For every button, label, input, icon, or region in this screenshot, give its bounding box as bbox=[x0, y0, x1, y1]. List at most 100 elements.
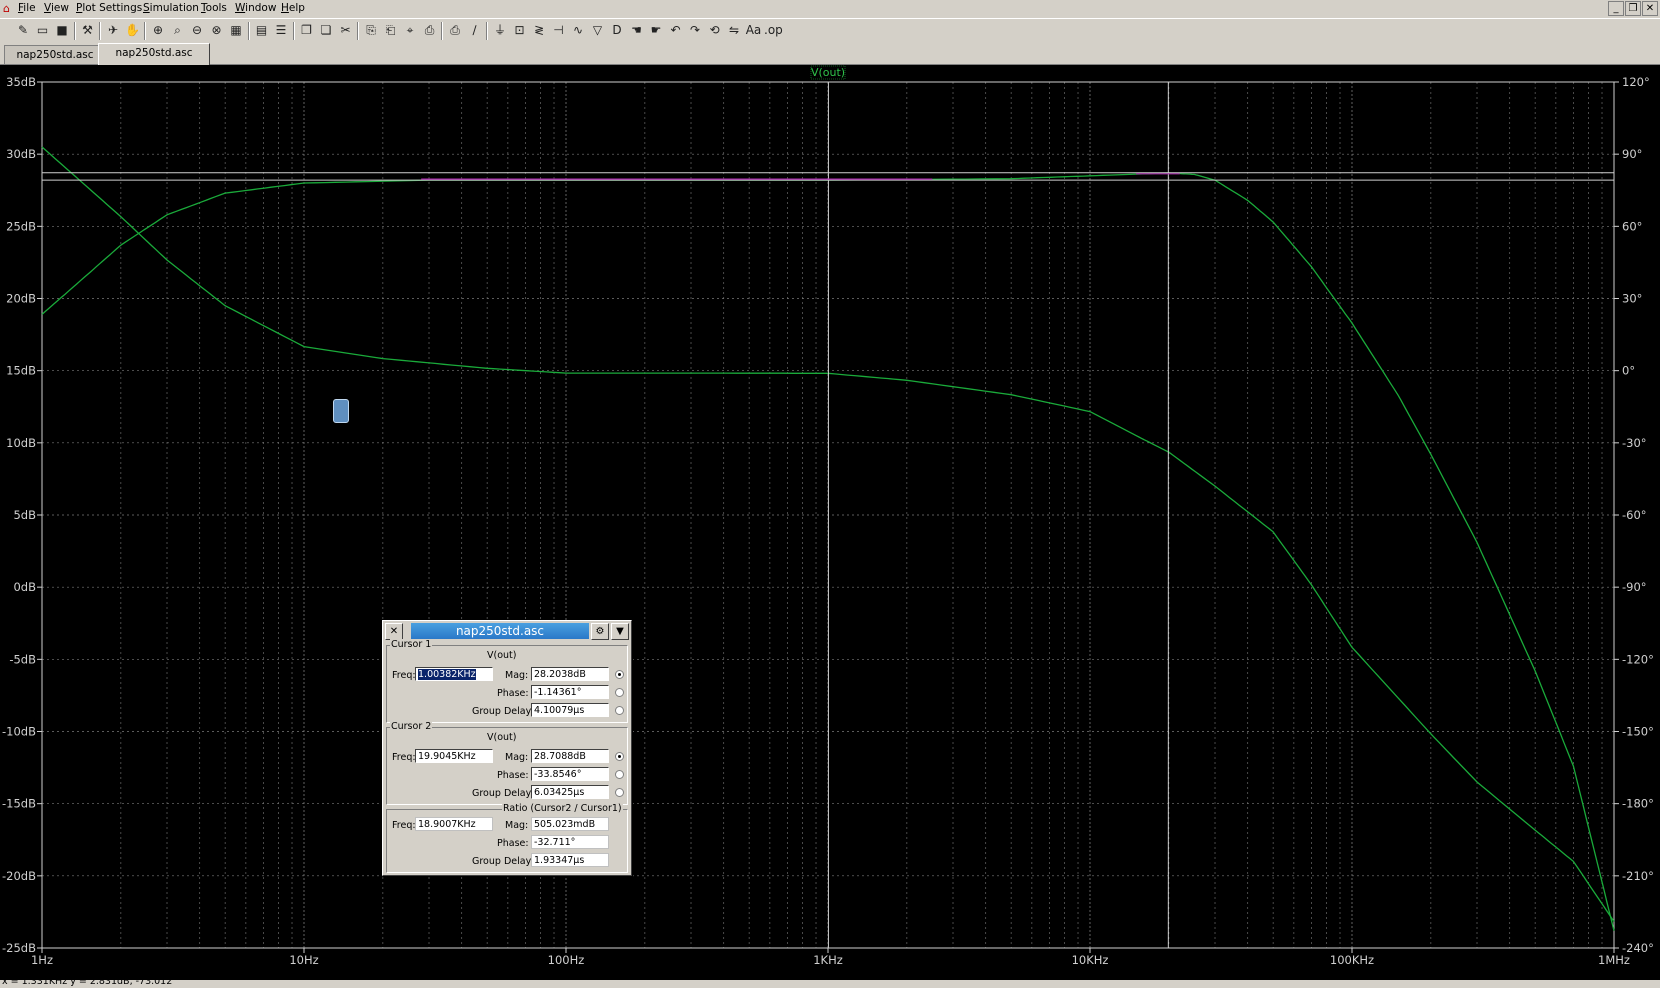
cursor2-phase-radio[interactable] bbox=[615, 770, 624, 779]
ratio-group: Ratio (Cursor2 / Cursor1) Freq: 18.9007K… bbox=[386, 803, 628, 873]
paste-icon[interactable]: ⎗ bbox=[382, 22, 400, 39]
menu-help[interactable]: Help bbox=[281, 2, 305, 14]
text-icon[interactable]: Aa bbox=[745, 22, 763, 39]
run-icon[interactable]: ✈ bbox=[104, 22, 122, 39]
autorange-icon[interactable]: ▦ bbox=[227, 22, 245, 39]
tab-nap250std-2[interactable]: nap250std.asc bbox=[98, 43, 210, 65]
cursor1-mag-field[interactable]: 28.2038dB bbox=[531, 667, 609, 681]
menu-window[interactable]: Window bbox=[235, 2, 276, 14]
cursor1-mag-radio[interactable] bbox=[615, 670, 624, 679]
tile-vertical-icon[interactable]: ❏ bbox=[317, 22, 335, 39]
save-icon[interactable]: ■ bbox=[53, 22, 71, 39]
cursor2-label: Cursor 2 bbox=[390, 721, 433, 732]
probe-cursor-icon bbox=[333, 399, 349, 423]
minimize-icon[interactable]: _ bbox=[1608, 1, 1624, 16]
rotate-icon[interactable]: ⟲ bbox=[706, 22, 724, 39]
y-axis-label-right: 0° bbox=[1622, 364, 1635, 378]
y-axis-label-right: -30° bbox=[1622, 436, 1647, 450]
cut-icon[interactable]: ✂ bbox=[337, 22, 355, 39]
grid-icon[interactable]: ▤ bbox=[253, 22, 271, 39]
cursor1-gd-radio[interactable] bbox=[615, 706, 624, 715]
ratio-gd-field: 1.93347µs bbox=[531, 853, 609, 867]
spice-directive-icon[interactable]: .op bbox=[764, 22, 783, 39]
label-icon[interactable]: ⊡ bbox=[511, 22, 529, 39]
waveform-plot[interactable]: 35dB 120° 30dB 90° 25dB 60° 20dB 30° 15dB 0° 10dB -… bbox=[0, 65, 1660, 980]
drag-icon[interactable]: ☛ bbox=[647, 22, 665, 39]
cursor2-gd-field[interactable]: 6.03425µs bbox=[531, 785, 609, 799]
zoom-pan-icon[interactable]: ⌕ bbox=[169, 22, 187, 39]
zoom-out-icon[interactable]: ⊖ bbox=[188, 22, 206, 39]
menu-file[interactable]: File bbox=[18, 2, 36, 14]
y-axis-label-right: -150° bbox=[1622, 725, 1654, 739]
resistor-icon[interactable]: ≷ bbox=[530, 22, 548, 39]
wire-icon[interactable]: ∕ bbox=[466, 22, 484, 39]
menu-view[interactable]: View bbox=[44, 2, 69, 14]
menu-tools[interactable]: Tools bbox=[201, 2, 227, 14]
cursor1-phase-field[interactable]: -1.14361° bbox=[531, 685, 609, 699]
toolbar-separator bbox=[357, 22, 359, 40]
menu-simulation[interactable]: Simulation bbox=[143, 2, 199, 14]
trace-label: V(out) bbox=[811, 66, 845, 79]
dialog-title[interactable]: nap250std.asc bbox=[411, 623, 589, 639]
control-panel-icon[interactable]: ⚒ bbox=[79, 22, 97, 39]
print-icon[interactable]: ⎙ bbox=[446, 22, 464, 39]
y-axis-label-right: -180° bbox=[1622, 797, 1654, 811]
print-preview-icon[interactable]: ⎙ bbox=[421, 22, 439, 39]
cursor2-mag-radio[interactable] bbox=[615, 752, 624, 761]
cursor1-freq-label: Freq: bbox=[392, 670, 416, 681]
y-axis-label-left: 35dB bbox=[6, 75, 36, 89]
zoom-in-icon[interactable]: ⊕ bbox=[149, 22, 167, 39]
cursor-dialog[interactable]: ✕ nap250std.asc ⚙ ▼ Cursor 1 V(out) Freq… bbox=[382, 620, 632, 876]
dropdown-icon[interactable]: ▼ bbox=[611, 623, 629, 640]
find-icon[interactable]: ⌖ bbox=[401, 22, 419, 39]
y-axis-label-left: -20dB bbox=[2, 869, 36, 883]
cursor1-label: Cursor 1 bbox=[390, 639, 433, 650]
ratio-phase-field: -32.711° bbox=[531, 835, 609, 849]
restore-icon[interactable]: ❐ bbox=[1625, 1, 1641, 16]
y-axis-label-right: 90° bbox=[1622, 147, 1642, 161]
plot-canvas[interactable]: 35dB 120° 30dB 90° 25dB 60° 20dB 30° 15dB 0° 10dB -… bbox=[0, 65, 1660, 980]
close-icon[interactable]: ✕ bbox=[1642, 1, 1658, 16]
ground-icon[interactable]: ⏚ bbox=[491, 22, 509, 39]
cursor2-mag-field[interactable]: 28.7088dB bbox=[531, 749, 609, 763]
status-bar: x = 1.331KHz y = 2.831dB, -73.012° bbox=[0, 977, 1660, 988]
diode-icon[interactable]: ▽ bbox=[589, 22, 607, 39]
new-schematic-icon[interactable]: ✎ bbox=[14, 22, 32, 39]
settings-icon[interactable]: ⚙ bbox=[591, 623, 609, 640]
ratio-gd-label: Group Delay: bbox=[472, 856, 534, 867]
cursor2-phase-label: Phase: bbox=[497, 770, 529, 781]
inductor-icon[interactable]: ∿ bbox=[569, 22, 587, 39]
cursor1-gd-field[interactable]: 4.10079µs bbox=[531, 703, 609, 717]
zoom-fit-icon[interactable]: ⊗ bbox=[208, 22, 226, 39]
toolbar-separator bbox=[144, 22, 146, 40]
tile-horizontal-icon[interactable]: ☰ bbox=[272, 22, 290, 39]
cursor2-gd-radio[interactable] bbox=[615, 788, 624, 797]
halt-icon[interactable]: ✋ bbox=[124, 22, 142, 39]
mirror-icon[interactable]: ⇋ bbox=[725, 22, 743, 39]
x-axis-label: 10KHz bbox=[1072, 953, 1109, 967]
toolbar-separator bbox=[99, 22, 101, 40]
y-axis-label-right: -90° bbox=[1622, 580, 1647, 594]
y-axis-label-left: 15dB bbox=[6, 364, 36, 378]
cascade-icon[interactable]: ❐ bbox=[298, 22, 316, 39]
close-icon[interactable]: ✕ bbox=[385, 623, 403, 640]
redo-icon[interactable]: ↷ bbox=[686, 22, 704, 39]
open-icon[interactable]: ▭ bbox=[34, 22, 52, 39]
y-axis-label-right: 60° bbox=[1622, 219, 1642, 233]
cursor2-phase-field[interactable]: -33.8546° bbox=[531, 767, 609, 781]
ratio-phase-label: Phase: bbox=[497, 838, 529, 849]
capacitor-icon[interactable]: ⊣ bbox=[550, 22, 568, 39]
toolbar: ✎ ▭ ■ ⚒ ✈ ✋ ⊕ ⌕ ⊖ ⊗ ▦ ▤ ☰ ❐ ❏ ✂ ⎘ ⎗ ⌖ ⎙ ⎙ ∕ ⏚ ⊡ ≷ ⊣ ∿ ▽ D ☚ ☛ ↶ ↷ ⟲ ⇋ Aa .op bbox=[0, 18, 1660, 44]
cursor1-freq-field[interactable]: 1.00382KHz bbox=[415, 667, 493, 681]
move-icon[interactable]: ☚ bbox=[628, 22, 646, 39]
y-axis-label-left: -5dB bbox=[9, 652, 36, 666]
component-icon[interactable]: D bbox=[608, 22, 626, 39]
copy-icon[interactable]: ⎘ bbox=[362, 22, 380, 39]
cursor2-freq-field[interactable]: 19.9045KHz bbox=[415, 749, 493, 763]
y-axis-label-right: -60° bbox=[1622, 508, 1647, 522]
menu-plot-settings[interactable]: Plot Settings bbox=[76, 2, 142, 14]
undo-icon[interactable]: ↶ bbox=[667, 22, 685, 39]
tab-nap250std-1[interactable]: nap250std.asc bbox=[4, 45, 106, 64]
cursor1-phase-radio[interactable] bbox=[615, 688, 624, 697]
app-icon[interactable]: ⌂ bbox=[3, 2, 10, 15]
